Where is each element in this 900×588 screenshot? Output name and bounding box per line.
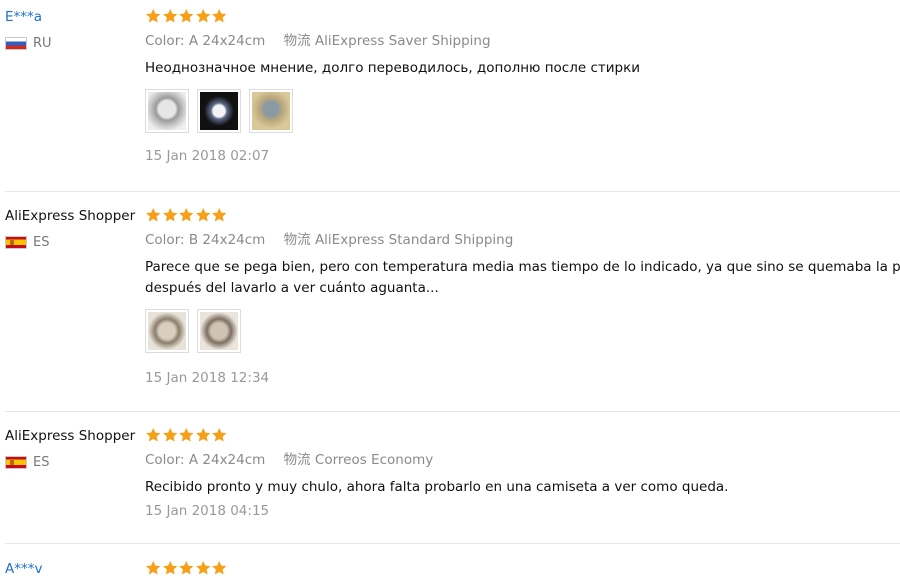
review-text-line: Recibido pronto y muy chulo, ahora falta… — [145, 479, 729, 495]
reviewer-name: AliExpress Shopper — [5, 208, 136, 224]
reviewer-info: A***v — [5, 560, 143, 578]
country-code: ES — [33, 455, 50, 470]
star-icon — [162, 428, 177, 442]
reviewer-country: ES — [5, 235, 143, 250]
shipping-label: 物流 — [283, 232, 311, 248]
review-date: 15 Jan 2018 02:07 — [145, 148, 270, 164]
star-icon — [146, 561, 161, 575]
shipping-label: 物流 — [283, 452, 311, 468]
reviewer-name[interactable]: E***a — [5, 8, 143, 26]
star-rating — [145, 207, 900, 225]
color-label: Color: — [145, 232, 185, 248]
star-icon — [146, 9, 161, 23]
review-meta: Color: A 24x24cm 物流 AliExpress Saver Shi… — [145, 32, 900, 50]
color-value: A 24x24cm — [188, 33, 266, 49]
review-date: 15 Jan 2018 12:34 — [145, 370, 270, 386]
star-icon — [212, 9, 227, 23]
shipping-label: 物流 — [283, 33, 311, 49]
review-photo-thumbnail[interactable] — [197, 309, 241, 353]
star-icon — [162, 208, 177, 222]
country-code: RU — [33, 36, 52, 51]
review-divider — [5, 191, 900, 192]
review-text-line: Parece que se pega bien, pero con temper… — [145, 259, 900, 275]
star-icon — [146, 208, 161, 222]
russia-flag-icon — [5, 37, 27, 50]
star-icon — [162, 9, 177, 23]
color-label: Color: — [145, 33, 185, 49]
review-content: Color: B 24x24cm 物流 AliExpress Standard … — [145, 207, 900, 387]
reviewer-info: AliExpress Shopper ES — [5, 207, 143, 250]
shipping-value: Correos Economy — [314, 452, 434, 468]
star-icon — [162, 561, 177, 575]
review-content — [145, 560, 900, 578]
review-meta: Color: A 24x24cm 物流 Correos Economy — [145, 451, 900, 469]
review-photo-thumbnail[interactable] — [145, 89, 189, 133]
star-icon — [195, 561, 210, 575]
spain-flag-icon — [5, 456, 27, 469]
review-divider — [5, 543, 900, 544]
reviewer-name[interactable]: A***v — [5, 560, 143, 578]
star-icon — [179, 428, 194, 442]
review-photos — [145, 309, 900, 353]
star-icon — [179, 561, 194, 575]
shipping-value: AliExpress Saver Shipping — [314, 33, 491, 49]
star-icon — [179, 9, 194, 23]
spain-flag-icon — [5, 236, 27, 249]
review-divider — [5, 411, 900, 412]
review-photos — [145, 89, 900, 133]
star-rating — [145, 427, 900, 445]
reviewer-info: E***a RU — [5, 8, 143, 51]
shipping-value: AliExpress Standard Shipping — [314, 232, 514, 248]
star-icon — [212, 561, 227, 575]
review-photo-thumbnail[interactable] — [145, 309, 189, 353]
review-photo-thumbnail[interactable] — [197, 89, 241, 133]
review-date: 15 Jan 2018 04:15 — [145, 503, 270, 519]
review-text: Parece que se pega bien, pero con temper… — [145, 257, 900, 299]
reviewer-country: RU — [5, 36, 143, 51]
star-icon — [195, 428, 210, 442]
star-icon — [195, 9, 210, 23]
review-meta: Color: B 24x24cm 物流 AliExpress Standard … — [145, 231, 900, 249]
star-icon — [212, 208, 227, 222]
review-content: Color: A 24x24cm 物流 Correos Economy Reci… — [145, 427, 900, 520]
star-rating — [145, 8, 900, 26]
star-icon — [195, 208, 210, 222]
color-value: B 24x24cm — [188, 232, 266, 248]
review-text-line: Неоднозначное мнение, долго переводилось… — [145, 60, 641, 76]
color-label: Color: — [145, 452, 185, 468]
star-icon — [179, 208, 194, 222]
review-content: Color: A 24x24cm 物流 AliExpress Saver Shi… — [145, 8, 900, 165]
star-rating — [145, 560, 900, 578]
country-code: ES — [33, 235, 50, 250]
review-text-line: después del lavarlo a ver cuánto aguanta… — [145, 280, 439, 296]
review-text: Неоднозначное мнение, долго переводилось… — [145, 58, 900, 79]
color-value: A 24x24cm — [188, 452, 266, 468]
review-photo-thumbnail[interactable] — [249, 89, 293, 133]
star-icon — [212, 428, 227, 442]
review-text: Recibido pronto y muy chulo, ahora falta… — [145, 477, 900, 498]
reviewer-name: AliExpress Shopper — [5, 428, 136, 444]
reviewer-info: AliExpress Shopper ES — [5, 427, 143, 470]
reviewer-country: ES — [5, 455, 143, 470]
star-icon — [146, 428, 161, 442]
